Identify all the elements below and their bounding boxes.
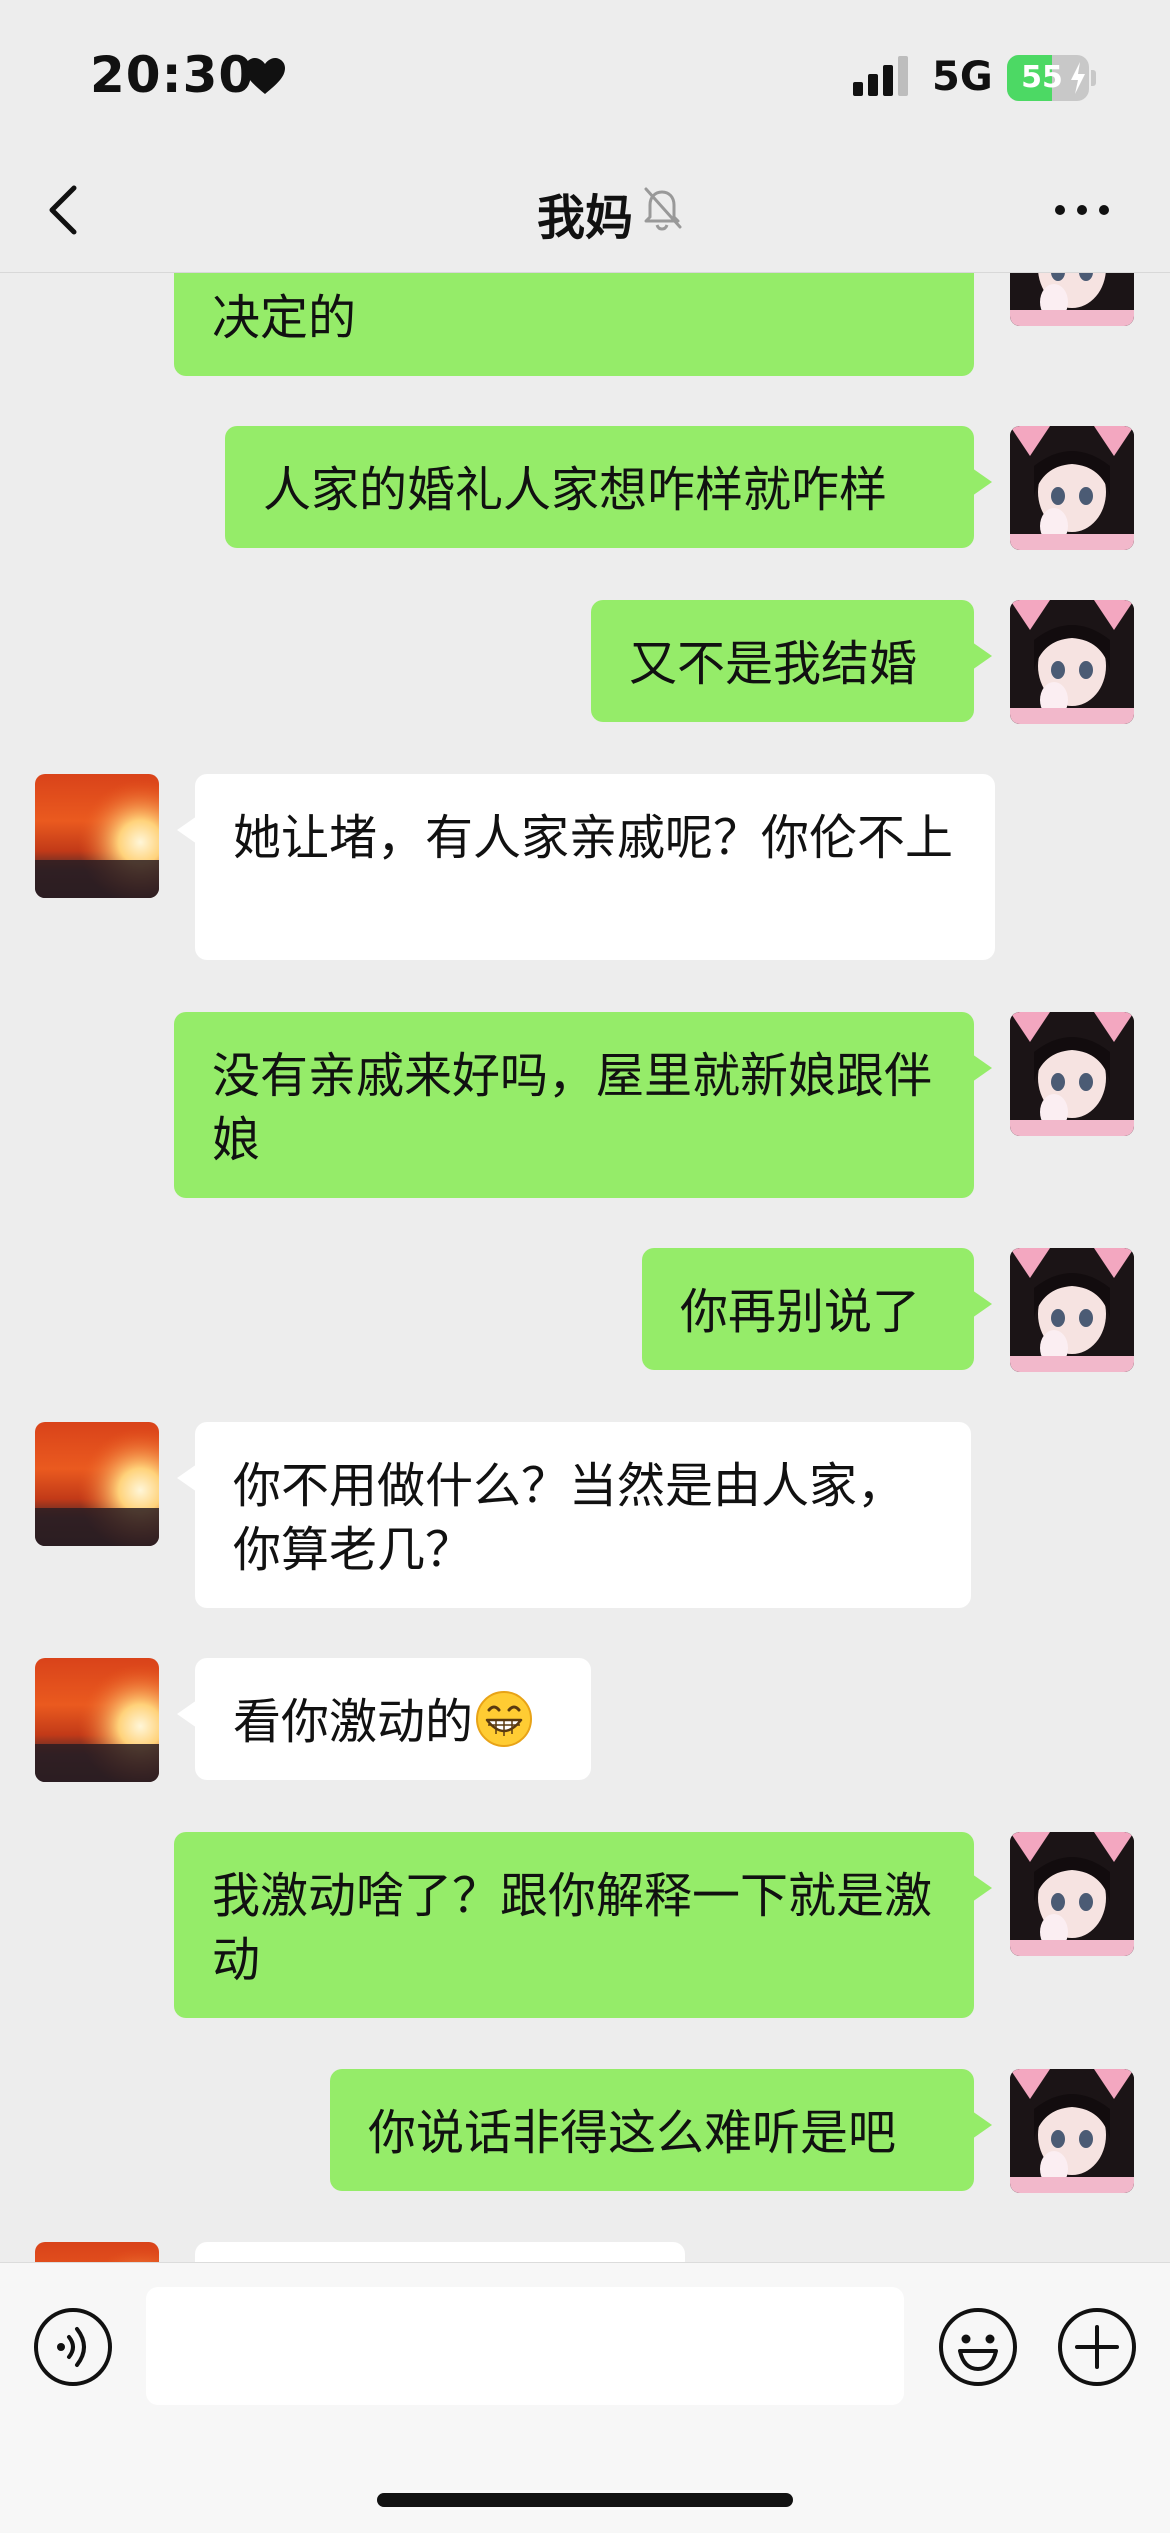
mom-avatar[interactable] xyxy=(35,1422,159,1546)
message-text: 你说话非得这么难听是吧 xyxy=(368,2105,897,2161)
bell-muted-icon xyxy=(644,187,682,231)
more-dots-icon[interactable] xyxy=(1050,190,1114,230)
emoji-icon[interactable] xyxy=(938,2307,1018,2387)
message-bubble-me[interactable]: 没有亲戚来好吗，屋里就新娘跟伴娘 xyxy=(174,1012,992,1198)
message-text: 又不是我结婚 xyxy=(629,636,918,692)
message-bubble-me[interactable]: 你说话非得这么难听是吧 xyxy=(330,2069,992,2191)
message-text: 你不用做什么？当然是由人家，你算老几？ xyxy=(233,1458,906,1578)
status-time: 20:30 xyxy=(90,46,255,104)
message-bubble-mom[interactable] xyxy=(195,2242,685,2262)
input-bar xyxy=(0,2262,1170,2533)
message-input[interactable] xyxy=(146,2287,904,2405)
message-bubble-me[interactable]: 你再别说了 xyxy=(642,1248,992,1370)
message-text: 她让堵，有人家亲戚呢？你伦不上 xyxy=(233,810,954,866)
message-bubble-me[interactable]: 又不是我结婚 xyxy=(591,600,992,722)
message-bubble-me[interactable]: 人家的婚礼人家想咋样就咋样 xyxy=(225,426,992,548)
charging-bolt-icon xyxy=(1071,62,1085,94)
message-bubble-mom[interactable]: 看你激动的 xyxy=(177,1658,591,1780)
message-bubble-mom[interactable]: 你不用做什么？当然是由人家，你算老几？ xyxy=(177,1422,971,1608)
voice-input-icon[interactable] xyxy=(33,2307,113,2387)
network-type: 5G xyxy=(932,54,993,100)
message-bubble-me[interactable]: 决定的 xyxy=(174,272,974,376)
my-avatar[interactable] xyxy=(1010,1248,1134,1372)
mom-avatar[interactable] xyxy=(35,774,159,898)
grinning-face-emoji-icon xyxy=(476,1691,533,1747)
my-avatar[interactable] xyxy=(1010,600,1134,724)
message-text: 没有亲戚来好吗，屋里就新娘跟伴娘 xyxy=(212,1048,933,1168)
battery-indicator: 55 xyxy=(1007,55,1089,101)
my-avatar[interactable] xyxy=(1010,1832,1134,1956)
message-text: 决定的 xyxy=(212,290,357,346)
plus-icon[interactable] xyxy=(1057,2307,1137,2387)
message-text: 人家的婚礼人家想咋样就咋样 xyxy=(263,462,888,518)
battery-percent: 55 xyxy=(1021,60,1063,95)
cellular-signal-icon xyxy=(853,56,908,96)
mom-avatar[interactable] xyxy=(35,1658,159,1782)
message-text: 你再别说了 xyxy=(680,1284,921,1340)
chat-title: 我妈 xyxy=(536,190,633,246)
message-list[interactable]: 决定的 人家的婚礼人家想咋样就咋样 又不是我结婚 她让堵，有人家亲戚呢？你伦不上… xyxy=(0,272,1170,2262)
message-text: 我激动啥了？跟你解释一下就是激动 xyxy=(212,1868,933,1988)
chat-header: 我妈 xyxy=(0,150,1170,273)
status-bar: 20:30 5G 55 xyxy=(0,0,1170,150)
mom-avatar[interactable] xyxy=(35,2242,159,2262)
message-text: 看你激动的 xyxy=(233,1694,474,1750)
heart-icon xyxy=(245,58,285,94)
my-avatar[interactable] xyxy=(1010,426,1134,550)
message-bubble-mom[interactable]: 她让堵，有人家亲戚呢？你伦不上 xyxy=(177,774,995,960)
home-indicator xyxy=(377,2493,793,2507)
message-bubble-me[interactable]: 我激动啥了？跟你解释一下就是激动 xyxy=(174,1832,992,2018)
battery-cap xyxy=(1091,70,1096,86)
my-avatar[interactable] xyxy=(1010,1012,1134,1136)
my-avatar[interactable] xyxy=(1010,2069,1134,2193)
my-avatar[interactable] xyxy=(1010,272,1134,326)
